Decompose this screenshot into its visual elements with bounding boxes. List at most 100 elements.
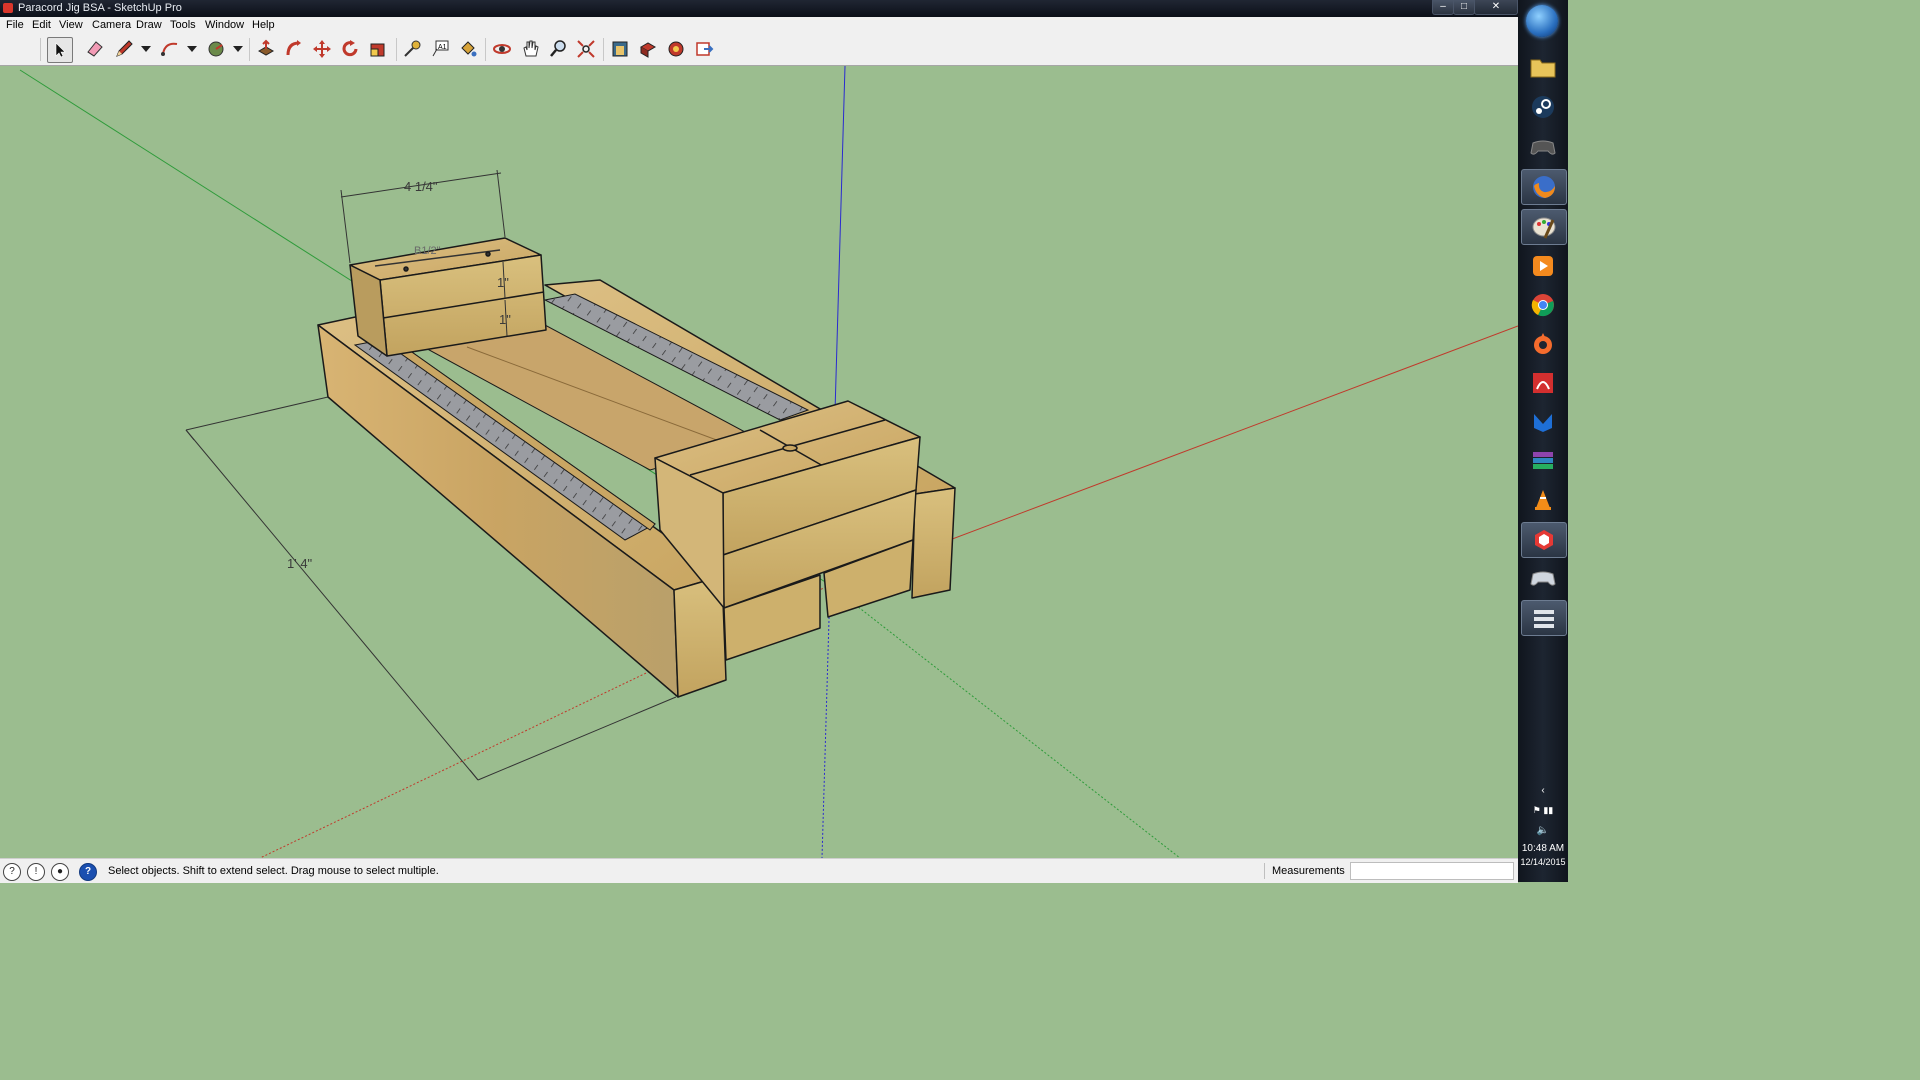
taskbar-sketchup[interactable] bbox=[1521, 522, 1567, 558]
send-to-layout-tool-button[interactable] bbox=[692, 37, 716, 61]
vlc-icon bbox=[1535, 490, 1551, 510]
measurements-input[interactable] bbox=[1350, 862, 1514, 880]
volume-icon[interactable]: 🔈 bbox=[1518, 825, 1568, 836]
eraser-tool-button[interactable] bbox=[83, 37, 107, 61]
arc-tool-dropdown[interactable] bbox=[187, 46, 197, 52]
push-pull-tool-button[interactable] bbox=[254, 37, 278, 61]
clock-time[interactable]: 10:48 AM bbox=[1518, 843, 1568, 854]
move-tool-button[interactable] bbox=[310, 37, 334, 61]
model-canvas[interactable] bbox=[0, 66, 1518, 858]
small-dimension-label: B1/2" bbox=[414, 245, 441, 257]
width-dimension-label: 4 1/4" bbox=[404, 179, 438, 194]
menu-draw[interactable]: Draw bbox=[136, 19, 162, 31]
circle-tool-button[interactable] bbox=[204, 37, 228, 61]
firefox-icon bbox=[1533, 176, 1555, 198]
follow-me-tool-button[interactable] bbox=[282, 37, 306, 61]
minimize-button[interactable]: – bbox=[1432, 0, 1454, 15]
scale-tool-button[interactable] bbox=[366, 37, 390, 61]
follow-me-icon bbox=[286, 40, 301, 56]
share-icon bbox=[668, 41, 684, 57]
taskbar-winrar[interactable] bbox=[1521, 444, 1565, 478]
line-tool-dropdown[interactable] bbox=[141, 46, 151, 52]
menu-tools[interactable]: Tools bbox=[170, 19, 196, 31]
malwarebytes-icon bbox=[1534, 414, 1552, 432]
circle-icon bbox=[208, 41, 224, 57]
arc-tool-button[interactable] bbox=[158, 37, 182, 61]
arrow-cursor-icon bbox=[55, 42, 66, 58]
window-title: Paracord Jig BSA - SketchUp Pro bbox=[18, 2, 182, 14]
menu-edit[interactable]: Edit bbox=[32, 19, 51, 31]
credits-icon[interactable]: ! bbox=[27, 863, 45, 881]
controller-icon bbox=[1530, 571, 1556, 586]
taskbar-gamepad[interactable] bbox=[1521, 130, 1565, 164]
taskbar-steam[interactable] bbox=[1521, 90, 1565, 124]
arc-icon bbox=[161, 42, 178, 56]
user-account-icon[interactable]: ● bbox=[51, 863, 69, 881]
tray-expand-icon[interactable]: ‹ bbox=[1518, 785, 1568, 796]
share-model-tool-button[interactable] bbox=[664, 37, 688, 61]
select-tool-button[interactable] bbox=[47, 37, 73, 63]
extension-icon bbox=[639, 42, 657, 58]
pencil-icon bbox=[116, 40, 133, 57]
taskbar-controller[interactable] bbox=[1521, 561, 1565, 595]
magnifier-icon bbox=[550, 40, 566, 57]
taskbar-firefox[interactable] bbox=[1521, 169, 1567, 205]
network-tool-icon bbox=[1534, 610, 1554, 628]
menu-camera[interactable]: Camera bbox=[92, 19, 131, 31]
taskbar-origin[interactable] bbox=[1521, 327, 1565, 361]
zoom-extents-icon bbox=[577, 40, 595, 58]
media-player-icon bbox=[1533, 256, 1553, 276]
svg-text:A1: A1 bbox=[438, 44, 447, 51]
toolbar-separator bbox=[603, 38, 604, 61]
line-tool-button[interactable] bbox=[112, 37, 136, 61]
taskbar-folder[interactable] bbox=[1521, 50, 1565, 84]
blue-axis-negative bbox=[821, 584, 831, 858]
layout-icon bbox=[696, 42, 714, 56]
menu-help[interactable]: Help bbox=[252, 19, 275, 31]
scale-icon bbox=[370, 43, 385, 57]
drawing-viewport[interactable]: 4 1/4" B1/2" 1" 1" 1' 4" bbox=[0, 66, 1518, 858]
taskbar-paint[interactable] bbox=[1521, 209, 1567, 245]
status-bar: ? ! ● ? Select objects. Shift to extend … bbox=[0, 858, 1518, 883]
zoom-tool-button[interactable] bbox=[546, 37, 570, 61]
menu-window[interactable]: Window bbox=[205, 19, 244, 31]
length-dimension-label: 1' 4" bbox=[287, 556, 313, 571]
text-icon: A1 bbox=[432, 40, 449, 57]
help-icon[interactable]: ? bbox=[79, 863, 97, 881]
menu-view[interactable]: View bbox=[59, 19, 83, 31]
toolbar-separator bbox=[396, 38, 397, 61]
close-button[interactable]: ✕ bbox=[1474, 0, 1518, 15]
3d-warehouse-tool-button[interactable] bbox=[608, 37, 632, 61]
zoom-extents-tool-button[interactable] bbox=[574, 37, 598, 61]
warehouse-icon bbox=[612, 41, 628, 57]
taskbar-vlc[interactable] bbox=[1521, 483, 1565, 517]
toolbar-separator bbox=[40, 38, 41, 61]
toolbar-separator bbox=[249, 38, 250, 61]
orbit-icon bbox=[493, 44, 511, 54]
clock-date[interactable]: 12/14/2015 bbox=[1518, 857, 1568, 867]
taskbar-chrome[interactable] bbox=[1521, 288, 1565, 322]
menu-file[interactable]: File bbox=[6, 19, 24, 31]
rotate-tool-button[interactable] bbox=[338, 37, 362, 61]
pan-tool-button[interactable] bbox=[518, 37, 542, 61]
windows-taskbar: ‹ ⚑ ▮▮ 🔈 10:48 AM 12/14/2015 bbox=[1518, 0, 1568, 882]
geo-location-icon[interactable]: ? bbox=[3, 863, 21, 881]
menu-bar: File Edit View Camera Draw Tools Window … bbox=[0, 17, 1518, 35]
taskbar-acrobat[interactable] bbox=[1521, 366, 1565, 400]
extension-warehouse-tool-button[interactable] bbox=[636, 37, 660, 61]
taskbar-media-player[interactable] bbox=[1521, 249, 1565, 283]
move-icon bbox=[313, 40, 331, 58]
main-toolbar: A1 bbox=[0, 34, 1518, 66]
circle-tool-dropdown[interactable] bbox=[233, 46, 243, 52]
tray-icons[interactable]: ⚑ ▮▮ bbox=[1518, 805, 1568, 816]
start-button[interactable] bbox=[1526, 5, 1558, 37]
taskbar-network-tool[interactable] bbox=[1521, 600, 1567, 636]
height-bottom-label: 1" bbox=[499, 312, 511, 327]
tape-measure-tool-button[interactable] bbox=[400, 37, 424, 61]
orbit-tool-button[interactable] bbox=[490, 37, 514, 61]
paint-bucket-tool-button[interactable] bbox=[456, 37, 480, 61]
status-message: Select objects. Shift to extend select. … bbox=[108, 865, 439, 877]
taskbar-malwarebytes[interactable] bbox=[1521, 405, 1565, 439]
maximize-button[interactable]: □ bbox=[1453, 0, 1475, 15]
text-tool-button[interactable]: A1 bbox=[428, 37, 452, 61]
